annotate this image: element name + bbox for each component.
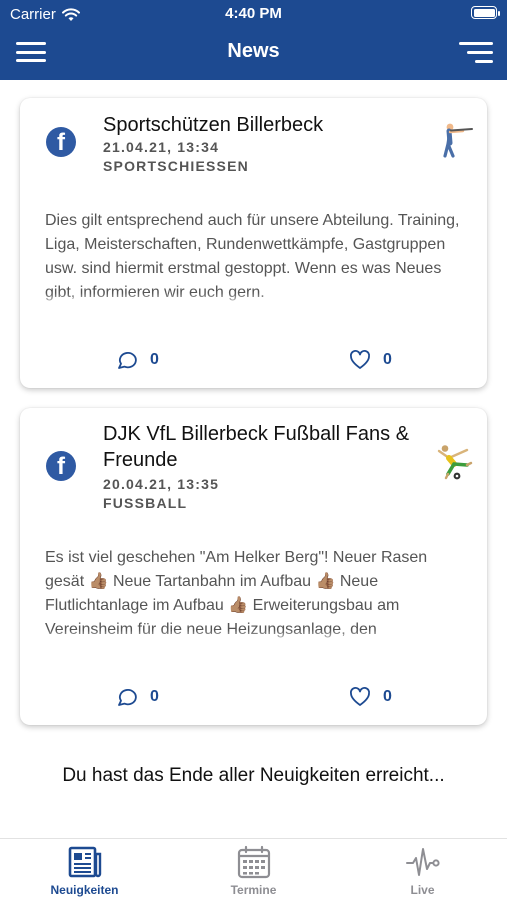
like-count: 0 xyxy=(383,351,392,368)
like-button[interactable]: 0 xyxy=(349,686,392,708)
news-card[interactable]: Sportschützen Billerbeck 21.04.21, 13:34… xyxy=(20,98,487,388)
post-excerpt: Es ist viel geschehen "Am Helker Berg"! … xyxy=(45,546,465,644)
tab-label: Neuigkeiten xyxy=(50,883,119,897)
tab-termine[interactable]: Termine xyxy=(169,839,338,900)
tab-live[interactable]: Live xyxy=(338,839,507,900)
page-title: News xyxy=(227,40,280,62)
comment-icon xyxy=(118,352,137,369)
facebook-icon xyxy=(46,451,76,481)
filter-button[interactable] xyxy=(459,40,493,64)
status-time: 4:40 PM xyxy=(225,5,282,22)
tab-label: Live xyxy=(410,883,435,897)
end-of-feed-message: Du hast das Ende aller Neuigkeiten errei… xyxy=(62,765,445,786)
post-excerpt: Dies gilt entsprechend auch für unsere A… xyxy=(45,209,465,307)
post-category: SPORTSCHIESSEN xyxy=(103,158,249,174)
comment-count: 0 xyxy=(150,688,159,705)
heart-icon xyxy=(350,350,370,369)
like-button[interactable]: 0 xyxy=(349,349,392,371)
battery-icon xyxy=(471,6,500,19)
comment-icon xyxy=(118,689,137,706)
shooting-sport-icon xyxy=(443,123,473,158)
tab-label: Termine xyxy=(230,883,277,897)
news-card[interactable]: DJK VfL Billerbeck Fußball Fans & Freund… xyxy=(20,408,487,725)
tab-neuigkeiten[interactable]: Neuigkeiten xyxy=(0,839,169,900)
newspaper-icon xyxy=(68,846,101,878)
like-count: 0 xyxy=(383,688,392,705)
facebook-icon xyxy=(46,127,76,157)
comment-count: 0 xyxy=(150,351,159,368)
pulse-icon xyxy=(405,848,440,876)
post-date: 20.04.21, 13:35 xyxy=(103,476,220,492)
tab-bar: Neuigkeiten Termine Live xyxy=(0,838,507,900)
post-category: FUSSBALL xyxy=(103,495,188,511)
comment-button[interactable]: 0 xyxy=(116,686,159,708)
soccer-player-icon xyxy=(437,445,473,480)
post-title: DJK VfL Billerbeck Fußball Fans & Freund… xyxy=(103,423,410,471)
post-title: Sportschützen Billerbeck xyxy=(103,114,324,136)
heart-icon xyxy=(350,687,370,706)
status-bar: Carrier 4:40 PM xyxy=(0,0,507,28)
nav-header: Carrier 4:40 PM News xyxy=(0,0,507,80)
comment-button[interactable]: 0 xyxy=(116,349,159,371)
post-date: 21.04.21, 13:34 xyxy=(103,139,220,155)
calendar-icon xyxy=(237,845,270,879)
